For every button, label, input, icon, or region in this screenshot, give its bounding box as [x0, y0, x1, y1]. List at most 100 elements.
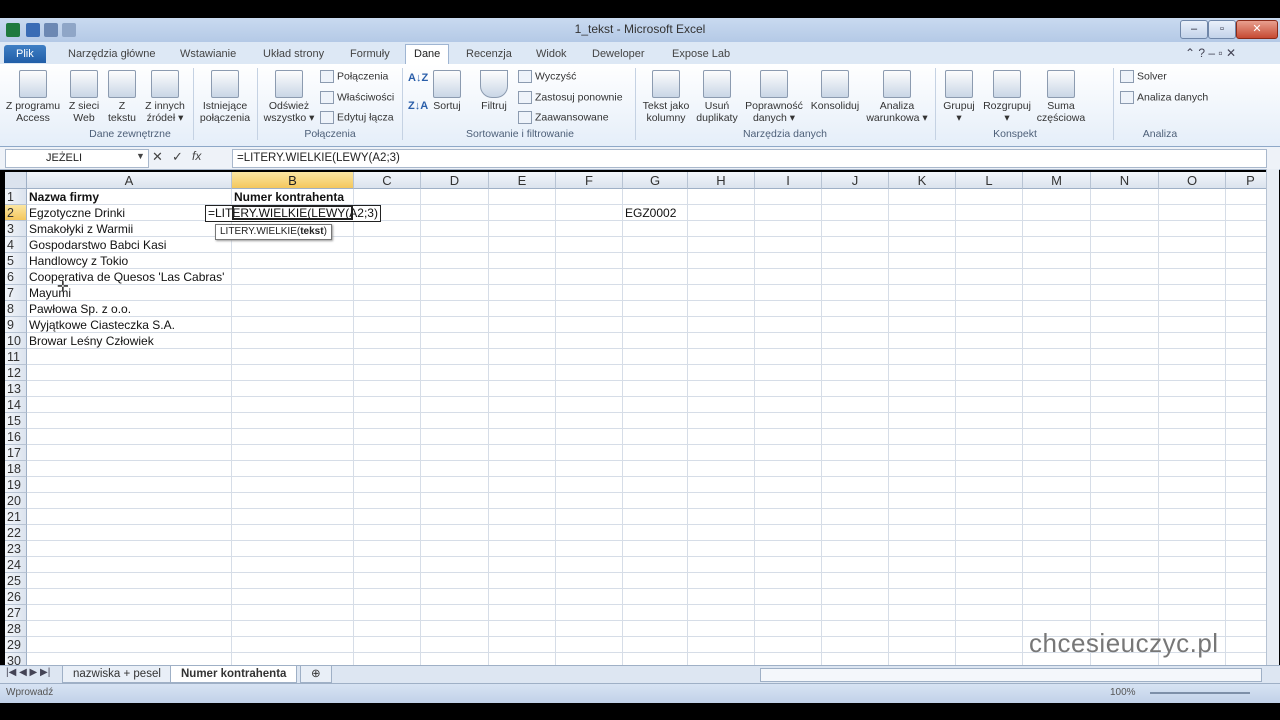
- column-header-c[interactable]: C: [354, 172, 421, 189]
- column-header-n[interactable]: N: [1091, 172, 1159, 189]
- column-header-a[interactable]: A: [27, 172, 232, 189]
- row-header-13[interactable]: 13: [5, 381, 27, 397]
- column-header-h[interactable]: H: [688, 172, 755, 189]
- cell-a1[interactable]: Nazwa firmy: [29, 189, 99, 205]
- row-header-27[interactable]: 27: [5, 605, 27, 621]
- name-box[interactable]: JEŻELI: [5, 149, 149, 168]
- row-header-26[interactable]: 26: [5, 589, 27, 605]
- from-other-sources-button[interactable]: Z innych źródeł ▾: [140, 70, 190, 124]
- sheet-nav-arrows-icon[interactable]: |◀ ◀ ▶ ▶|: [6, 667, 50, 678]
- row-header-29[interactable]: 29: [5, 637, 27, 653]
- tab-expose-lab[interactable]: Expose Lab: [664, 45, 738, 63]
- maximize-button[interactable]: ▫: [1208, 20, 1236, 39]
- column-header-p[interactable]: P: [1226, 172, 1267, 189]
- row-header-21[interactable]: 21: [5, 509, 27, 525]
- solver-button[interactable]: Solver: [1120, 70, 1167, 83]
- horizontal-scrollbar[interactable]: [760, 668, 1262, 682]
- row-header-25[interactable]: 25: [5, 573, 27, 589]
- column-header-d[interactable]: D: [421, 172, 489, 189]
- column-header-e[interactable]: E: [489, 172, 556, 189]
- row-header-20[interactable]: 20: [5, 493, 27, 509]
- edit-links-button[interactable]: Edytuj łącza: [320, 111, 394, 124]
- cell-a5[interactable]: Handlowcy z Tokio: [29, 253, 128, 269]
- properties-button[interactable]: Właściwości: [320, 91, 394, 104]
- row-header-10[interactable]: 10: [5, 333, 27, 349]
- row-header-15[interactable]: 15: [5, 413, 27, 429]
- tab-insert[interactable]: Wstawianie: [172, 45, 244, 63]
- advanced-filter-button[interactable]: Zaawansowane: [518, 111, 609, 124]
- cell-a2[interactable]: Egzotyczne Drinki: [29, 205, 125, 221]
- row-header-2[interactable]: 2: [5, 205, 27, 221]
- row-header-3[interactable]: 3: [5, 221, 27, 237]
- zoom-level[interactable]: 100%: [1110, 687, 1136, 698]
- select-all-corner[interactable]: [5, 172, 27, 189]
- reapply-button[interactable]: Zastosuj ponownie: [518, 91, 623, 104]
- cell-a4[interactable]: Gospodarstwo Babci Kasi: [29, 237, 166, 253]
- what-if-analysis-button[interactable]: Analiza warunkowa ▾: [864, 70, 930, 124]
- group-button[interactable]: Grupuj ▾: [940, 70, 978, 124]
- row-header-12[interactable]: 12: [5, 365, 27, 381]
- row-header-5[interactable]: 5: [5, 253, 27, 269]
- sort-za-icon[interactable]: Z↓A: [408, 100, 428, 112]
- enter-entry-icon[interactable]: ✓: [172, 149, 183, 165]
- row-header-17[interactable]: 17: [5, 445, 27, 461]
- data-validation-button[interactable]: Poprawność danych ▾: [743, 70, 805, 124]
- from-text-button[interactable]: Ztekstu: [104, 70, 140, 124]
- column-header-g[interactable]: G: [623, 172, 688, 189]
- row-header-1[interactable]: 1: [5, 189, 27, 205]
- connections-button[interactable]: Połączenia: [320, 70, 388, 83]
- cell-b1[interactable]: Numer kontrahenta: [234, 189, 344, 205]
- tab-view[interactable]: Widok: [528, 45, 575, 63]
- cell-a8[interactable]: Pawłowa Sp. z o.o.: [29, 301, 131, 317]
- from-web-button[interactable]: Z sieci Web: [64, 70, 104, 124]
- formula-input[interactable]: =LITERY.WIELKIE(LEWY(A2;3): [232, 149, 1267, 168]
- close-button[interactable]: ✕: [1236, 20, 1278, 39]
- column-header-k[interactable]: K: [889, 172, 956, 189]
- row-header-24[interactable]: 24: [5, 557, 27, 573]
- refresh-all-button[interactable]: Odśwież wszystko ▾: [260, 70, 318, 124]
- row-header-18[interactable]: 18: [5, 461, 27, 477]
- column-header-b[interactable]: B: [232, 172, 354, 189]
- existing-connections-button[interactable]: Istniejące połączenia: [196, 70, 254, 124]
- column-header-f[interactable]: F: [556, 172, 623, 189]
- column-header-m[interactable]: M: [1023, 172, 1091, 189]
- sheet-tab-numer-kontrahenta[interactable]: Numer kontrahenta: [170, 666, 298, 683]
- column-header-l[interactable]: L: [956, 172, 1023, 189]
- tab-data[interactable]: Dane: [405, 44, 450, 65]
- tab-developer[interactable]: Deweloper: [584, 45, 653, 63]
- column-header-j[interactable]: J: [822, 172, 889, 189]
- zoom-slider[interactable]: [1150, 692, 1250, 694]
- data-analysis-button[interactable]: Analiza danych: [1120, 91, 1208, 104]
- worksheet-grid[interactable]: A B C D E F G H I J K L M N O P 1 2 3 4 5 6 7 8 9 10 11 12 13 14 15 16 1…: [5, 172, 1267, 666]
- insert-sheet-icon[interactable]: ⊕: [300, 666, 332, 683]
- column-header-o[interactable]: O: [1159, 172, 1226, 189]
- text-to-columns-button[interactable]: Tekst jako kolumny: [640, 70, 692, 124]
- cancel-entry-icon[interactable]: ✕: [152, 149, 163, 165]
- row-header-6[interactable]: 6: [5, 269, 27, 285]
- row-header-19[interactable]: 19: [5, 477, 27, 493]
- vertical-scrollbar[interactable]: [1266, 169, 1279, 666]
- row-header-14[interactable]: 14: [5, 397, 27, 413]
- ribbon-window-controls[interactable]: ⌃ ? – ▫ ✕: [1185, 46, 1265, 60]
- cell-g2[interactable]: EGZ0002: [625, 205, 676, 221]
- row-header-22[interactable]: 22: [5, 525, 27, 541]
- minimize-button[interactable]: –: [1180, 20, 1208, 39]
- function-tooltip[interactable]: LITERY.WIELKIE(tekst): [215, 224, 332, 240]
- tab-formulas[interactable]: Formuły: [342, 45, 398, 63]
- row-header-8[interactable]: 8: [5, 301, 27, 317]
- clear-filter-button[interactable]: Wyczyść: [518, 70, 576, 83]
- row-header-16[interactable]: 16: [5, 429, 27, 445]
- insert-function-icon[interactable]: fx: [192, 149, 201, 163]
- cell-a9[interactable]: Wyjątkowe Ciasteczka S.A.: [29, 317, 175, 333]
- sheet-tab-nazwiska-pesel[interactable]: nazwiska + pesel: [62, 666, 172, 683]
- consolidate-button[interactable]: Konsoliduj: [806, 70, 864, 112]
- from-access-button[interactable]: Z programu Access: [4, 70, 62, 124]
- tab-page-layout[interactable]: Układ strony: [255, 45, 332, 63]
- name-box-dropdown-icon[interactable]: ▼: [136, 151, 145, 161]
- row-header-7[interactable]: 7: [5, 285, 27, 301]
- row-header-23[interactable]: 23: [5, 541, 27, 557]
- row-header-11[interactable]: 11: [5, 349, 27, 365]
- cell-a3[interactable]: Smakołyki z Warmii: [29, 221, 133, 237]
- row-header-9[interactable]: 9: [5, 317, 27, 333]
- tab-review[interactable]: Recenzja: [458, 45, 520, 63]
